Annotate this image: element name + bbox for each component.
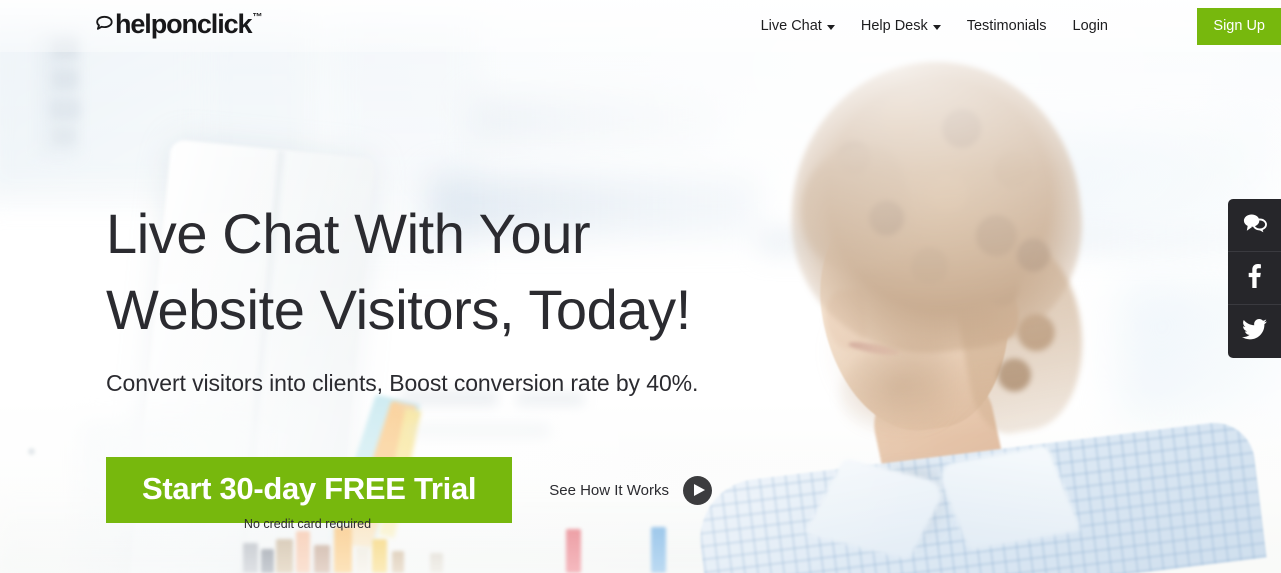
social-sidebar	[1228, 199, 1281, 358]
hero-cta-row: Start 30-day FREE Trial See How It Works	[106, 457, 712, 523]
headline-line-1: Live Chat With Your	[106, 202, 591, 265]
nav-item-testimonials[interactable]: Testimonials	[954, 18, 1060, 34]
nav-label: Help Desk	[860, 18, 928, 34]
main-navigation: Live Chat Help Desk Testimonials Login	[748, 0, 1121, 52]
landing-page: helponclick ™ Live Chat Help Desk Testim…	[0, 0, 1281, 573]
chat-icon	[1242, 212, 1267, 239]
social-twitter-button[interactable]	[1228, 305, 1281, 358]
subheadline: Convert visitors into clients, Boost con…	[106, 370, 699, 396]
nav-item-live-chat[interactable]: Live Chat	[748, 18, 848, 34]
site-header: helponclick ™ Live Chat Help Desk Testim…	[0, 0, 1281, 52]
social-facebook-button[interactable]	[1228, 252, 1281, 305]
chevron-down-icon	[932, 24, 941, 30]
headline-line-2: Website Visitors, Today!	[106, 278, 691, 341]
signup-button[interactable]: Sign Up	[1197, 8, 1281, 45]
logo-trademark: ™	[252, 12, 263, 23]
play-triangle	[693, 484, 705, 496]
hero-text-block: Live Chat With Your Website Visitors, To…	[106, 196, 698, 397]
nav-label: Testimonials	[966, 18, 1047, 34]
start-free-trial-button[interactable]: Start 30-day FREE Trial	[106, 457, 513, 523]
see-how-it-works-label: See How It Works	[549, 481, 669, 499]
site-logo[interactable]: helponclick ™	[92, 11, 262, 40]
twitter-icon	[1242, 318, 1267, 345]
see-how-it-works-link[interactable]: See How It Works	[549, 475, 712, 505]
speech-bubble-icon	[92, 14, 113, 40]
no-credit-card-note: No credit card required	[243, 517, 372, 531]
play-icon[interactable]	[683, 475, 712, 505]
logo-text: helponclick	[115, 9, 253, 39]
social-chat-button[interactable]	[1228, 199, 1281, 252]
nav-label: Login	[1072, 18, 1108, 34]
nav-item-login[interactable]: Login	[1060, 18, 1121, 34]
chevron-down-icon	[826, 24, 835, 30]
nav-label: Live Chat	[760, 18, 822, 34]
facebook-icon	[1248, 263, 1261, 293]
nav-item-help-desk[interactable]: Help Desk	[848, 18, 954, 34]
